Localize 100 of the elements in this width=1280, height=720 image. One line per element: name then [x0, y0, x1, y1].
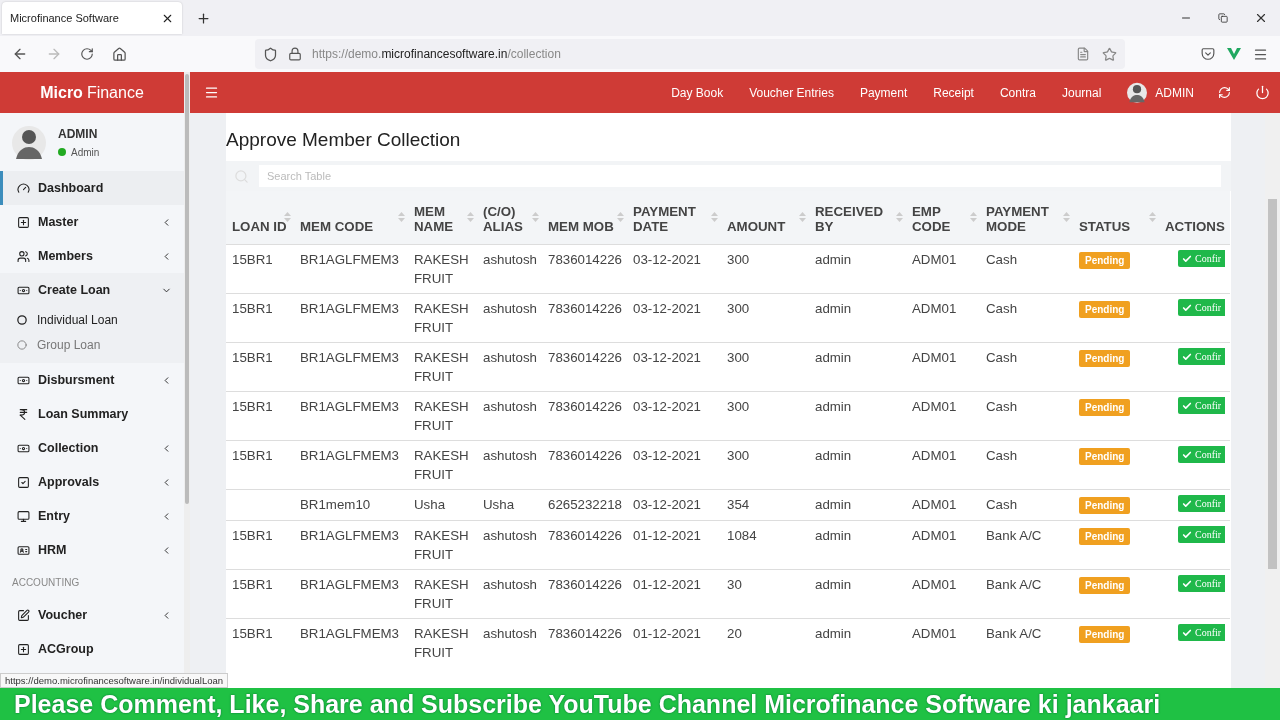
sidebar-item[interactable]: Entry [0, 499, 184, 533]
table-cell: admin [809, 489, 906, 520]
sidebar-item[interactable]: Members [0, 239, 184, 273]
table-cell: ashutosh [477, 391, 542, 440]
scrollbar-thumb[interactable] [185, 74, 189, 504]
extension-icon[interactable] [1227, 48, 1241, 60]
table-cell: ashutosh [477, 342, 542, 391]
forward-icon[interactable] [46, 46, 62, 62]
table-cell: BR1AGLFMEM3 [294, 244, 408, 293]
column-header[interactable]: RECEIVED BY [809, 191, 906, 244]
column-header[interactable]: MEM NAME [408, 191, 477, 244]
sort-icon[interactable] [467, 211, 474, 223]
sort-icon[interactable] [1149, 211, 1156, 223]
table-cell: Cash [980, 342, 1073, 391]
table-cell: BR1AGLFMEM3 [294, 520, 408, 569]
lock-icon [288, 47, 302, 61]
home-icon[interactable] [112, 46, 127, 62]
close-icon[interactable] [1254, 11, 1268, 25]
address-bar[interactable]: https://demo.microfinancesoftware.in/collection [255, 39, 1125, 69]
column-header[interactable]: (C/O) ALIAS [477, 191, 542, 244]
user-name[interactable]: ADMIN [1155, 85, 1194, 100]
table-cell: ADM01 [906, 489, 980, 520]
sidebar-item[interactable]: Master [0, 205, 184, 239]
sidebar-item[interactable]: Create Loan [0, 273, 184, 307]
sidebar-item[interactable]: ACGroup [0, 632, 184, 666]
new-tab-icon[interactable] [196, 10, 211, 26]
table-cell: 300 [721, 440, 809, 489]
reader-icon[interactable] [1076, 47, 1090, 61]
pocket-icon[interactable] [1201, 47, 1215, 61]
shield-icon[interactable] [263, 46, 278, 62]
refresh-icon[interactable] [1218, 86, 1231, 99]
sidebar-subitem[interactable]: Group Loan [0, 332, 184, 357]
table-cell: 7836014226 [542, 520, 627, 569]
table-cell: admin [809, 520, 906, 569]
back-icon[interactable] [12, 46, 28, 62]
sidebar-item[interactable]: Voucher [0, 598, 184, 632]
table-cell: 15BR1 [226, 520, 294, 569]
section-heading: ACCOUNTING [11, 576, 81, 590]
table-cell: Usha [408, 489, 477, 520]
table-cell: 03-12-2021 [627, 342, 721, 391]
column-header[interactable]: PAYMENT MODE [980, 191, 1073, 244]
bookmark-star-icon[interactable] [1102, 46, 1117, 62]
table-cell: admin [809, 618, 906, 667]
nav-link[interactable]: Receipt [933, 85, 974, 100]
menu-icon[interactable] [1253, 46, 1268, 62]
nav-link[interactable]: Day Book [671, 85, 724, 100]
column-header[interactable]: LOAN ID [226, 191, 294, 244]
browser-tab[interactable]: Microfinance Software [2, 2, 182, 34]
sort-icon[interactable] [970, 211, 977, 223]
plus-square-icon [17, 215, 30, 229]
table-cell: 15BR1 [226, 293, 294, 342]
search-field[interactable]: Search Table [259, 165, 1221, 187]
table-cell: BR1AGLFMEM3 [294, 618, 408, 667]
column-header[interactable]: AMOUNT [721, 191, 809, 244]
check-icon [1182, 351, 1192, 362]
sidebar-subitem[interactable]: Individual Loan [0, 307, 184, 332]
table-cell: 15BR1 [226, 440, 294, 489]
table-cell: admin [809, 293, 906, 342]
sidebar-item[interactable]: Collection [0, 431, 184, 465]
sidebar-item[interactable]: HRM [0, 533, 184, 567]
table-cell: 15BR1 [226, 618, 294, 667]
power-icon[interactable] [1255, 85, 1270, 100]
scrollbar-thumb[interactable] [1268, 199, 1277, 569]
dashboard-icon [17, 181, 30, 195]
sort-icon[interactable] [617, 211, 624, 223]
table-cell: BR1AGLFMEM3 [294, 342, 408, 391]
sort-icon[interactable] [711, 211, 718, 223]
nav-link[interactable]: Voucher Entries [749, 85, 834, 100]
sort-icon[interactable] [799, 211, 806, 223]
table-cell: 7836014226 [542, 391, 627, 440]
sidebar-item[interactable]: Dashboard [0, 171, 184, 205]
column-header[interactable]: PAYMENT DATE [627, 191, 721, 244]
sort-icon[interactable] [532, 211, 539, 223]
restore-icon[interactable] [1218, 13, 1228, 23]
menu-icon[interactable] [204, 85, 219, 100]
column-header[interactable]: MEM CODE [294, 191, 408, 244]
nav-link[interactable]: Contra [999, 85, 1036, 100]
table-cell: ADM01 [906, 391, 980, 440]
table-cell: 300 [721, 293, 809, 342]
column-header[interactable]: STATUS [1073, 191, 1159, 244]
sidebar-item[interactable]: Disbursment [0, 363, 184, 397]
nav-link[interactable]: Payment [859, 85, 908, 100]
nav-link[interactable]: Journal [1061, 85, 1102, 100]
sort-icon[interactable] [1063, 211, 1070, 223]
reload-icon[interactable] [80, 47, 94, 61]
table-cell: RAKESH FRUIT [408, 440, 477, 489]
sort-icon[interactable] [284, 211, 291, 223]
column-header[interactable]: EMP CODE [906, 191, 980, 244]
brand-logo[interactable]: Micro Finance [0, 72, 184, 113]
table-cell: Usha [477, 489, 542, 520]
sort-icon[interactable] [398, 211, 405, 223]
user-name: ADMIN [58, 126, 99, 141]
column-header[interactable]: MEM MOB [542, 191, 627, 244]
table-cell: RAKESH FRUIT [408, 391, 477, 440]
check-icon [1182, 627, 1192, 638]
column-header[interactable]: ACTIONS [1159, 191, 1230, 244]
table-cell: ashutosh [477, 569, 542, 618]
sidebar-item[interactable]: Approvals [0, 465, 184, 499]
sidebar-item[interactable]: Loan Summary [0, 397, 184, 431]
sort-icon[interactable] [896, 211, 903, 223]
